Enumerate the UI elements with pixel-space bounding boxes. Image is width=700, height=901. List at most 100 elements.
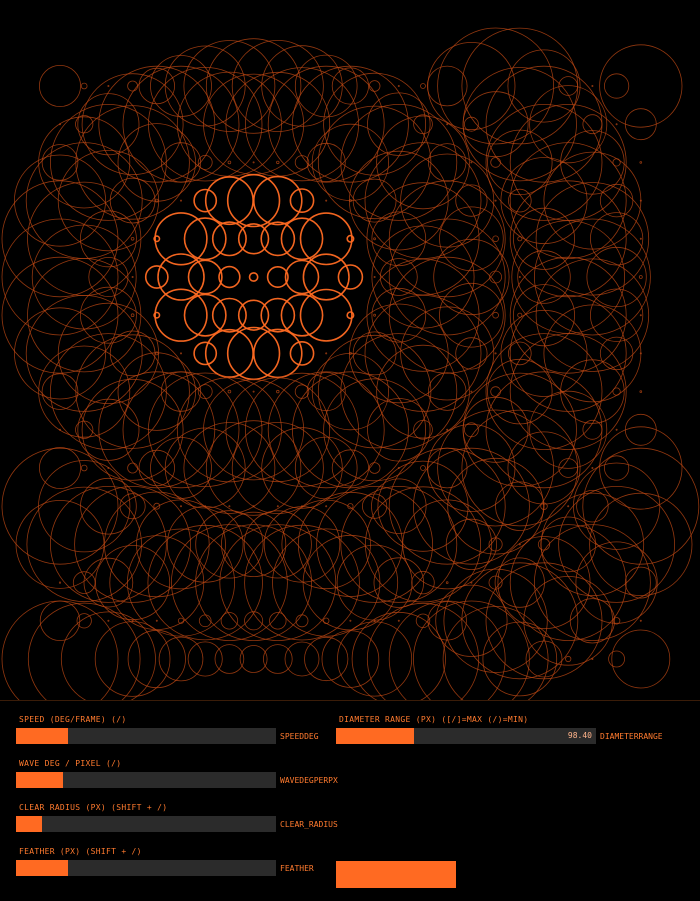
wave-circle (280, 293, 324, 337)
wave-circle (366, 182, 480, 296)
wave-circle (1, 256, 119, 374)
wave-circle (81, 378, 184, 481)
wave-circle (400, 153, 495, 248)
wave-circle (295, 614, 309, 628)
wave-circle (1, 600, 119, 718)
wave-circle (461, 27, 579, 145)
wave-circle (27, 602, 141, 716)
wave-circle (179, 352, 182, 355)
circle-wave-canvas[interactable] (0, 0, 700, 718)
wave-circle (127, 528, 235, 637)
wave-circle (599, 44, 683, 128)
wave-circle (204, 176, 254, 226)
wave-circle (127, 80, 139, 92)
wave-circle (138, 449, 175, 487)
wave-circle (446, 428, 449, 431)
wave-circle (540, 492, 645, 597)
clear-radius-variable-name: CLEAR_RADIUS (280, 820, 338, 829)
wave-circle (25, 142, 143, 260)
wave-circle (615, 428, 618, 431)
wave-circle (485, 65, 603, 183)
diameter-range-slider[interactable]: 98.40 (336, 728, 596, 744)
wave-circle (122, 65, 240, 183)
wave-circle (337, 621, 413, 697)
wave-circle (373, 619, 376, 622)
wave-circle (455, 184, 488, 217)
wave-circle (639, 619, 642, 622)
wave-circle (529, 85, 608, 164)
wave-circle (107, 619, 110, 622)
wave-circle (495, 481, 545, 531)
wave-circle (211, 221, 247, 257)
wave-circle (376, 344, 470, 439)
wave-circle (276, 160, 280, 165)
circle-grid-visualization (1, 27, 700, 718)
feather-slider-fill (16, 860, 68, 876)
wave-circle (321, 630, 380, 688)
wave-circle (352, 178, 397, 223)
wave-circle (150, 437, 212, 499)
wave-circle (261, 45, 343, 127)
wave-circle (582, 447, 700, 565)
wave-circle (299, 288, 353, 342)
wave-slider[interactable] (16, 772, 276, 788)
wave-circle (509, 142, 627, 260)
wave-circle (373, 275, 376, 278)
clear-radius-slider[interactable] (16, 816, 276, 832)
wave-slider-fill (16, 772, 63, 788)
wave-circle (349, 619, 352, 622)
feather-slider[interactable] (16, 860, 276, 876)
color-swatch-button[interactable] (336, 861, 456, 888)
wave-circle (589, 212, 644, 266)
wave-circle (276, 505, 279, 508)
wave-circle (367, 92, 431, 156)
wave-circle (119, 493, 146, 520)
wave-circle (599, 336, 634, 371)
wave-circle (280, 217, 324, 261)
wave-circle (127, 629, 186, 689)
speed-label: SPEED (DEG/FRAME) (/) (19, 715, 127, 724)
wave-circle (462, 396, 529, 463)
wave-circle (445, 581, 449, 584)
speed-slider[interactable] (16, 728, 276, 744)
wave-circle (624, 413, 657, 446)
wave-circle (368, 462, 381, 474)
wave-circle (155, 619, 158, 622)
feather-label: FEATHER (PX) (SHIFT + /) (19, 847, 142, 856)
wave-variable-name: WAVEDEGPERPX (280, 776, 338, 785)
wave-circle (316, 486, 434, 603)
wave-circle (352, 331, 397, 376)
wave-circle (31, 224, 137, 330)
wave-circle (507, 341, 532, 366)
wave-circle (461, 409, 579, 527)
wave-circle (400, 306, 495, 401)
wave-circle (371, 287, 427, 343)
wave-circle (144, 265, 169, 289)
wave-circle (1, 218, 119, 336)
wave-circle (428, 143, 467, 182)
wave-circle (489, 270, 503, 284)
wave-circle (276, 389, 280, 394)
wave-circle (138, 67, 175, 105)
wave-label: WAVE DEG / PIXEL (/) (19, 759, 122, 768)
wave-circle (323, 72, 427, 176)
wave-circle (195, 524, 313, 641)
wave-circle (537, 538, 551, 551)
wave-circle (535, 182, 650, 296)
wave-circle (205, 420, 302, 516)
wave-circle (299, 212, 353, 266)
wave-circle (263, 506, 341, 583)
wave-circle (302, 253, 350, 301)
wave-circle (107, 85, 110, 88)
wave-circle (569, 598, 616, 644)
wave-circle (388, 256, 506, 374)
wave-circle (154, 288, 208, 342)
wave-circle (509, 256, 627, 374)
wave-circle (367, 398, 431, 462)
wave-circle (15, 500, 105, 589)
wave-circle (485, 371, 603, 489)
wave-circle (611, 629, 671, 689)
wave-circle (420, 83, 426, 89)
wave-circle (214, 644, 245, 674)
wave-circle (160, 371, 202, 412)
